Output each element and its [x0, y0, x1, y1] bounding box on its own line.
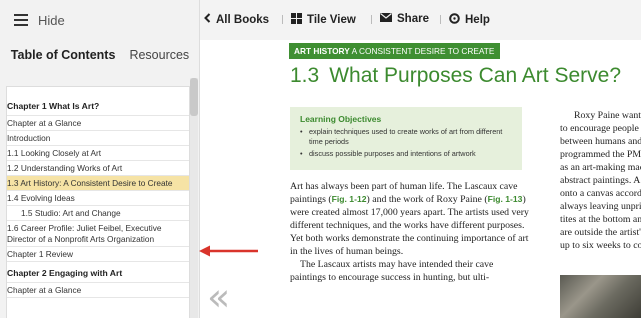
top-toolbar: All Books Tile View Share Help: [200, 0, 641, 40]
body-line: onto a canvas accordi: [560, 188, 641, 199]
sidebar: Hide Table of Contents Resources Chapter…: [0, 0, 200, 318]
banner-label: ART HISTORY: [294, 46, 350, 56]
section-title-text: What Purposes Can Art Serve?: [329, 64, 622, 87]
objectives-list: explain techniques used to create works …: [300, 127, 514, 159]
toc-item[interactable]: 1.1 Looking Closely at Art: [7, 146, 189, 161]
objective-item: explain techniques used to create works …: [300, 127, 514, 146]
toolbar-divider: [440, 15, 441, 24]
toc-item[interactable]: 1.6 Career Profile: Juliet Feibel, Execu…: [7, 221, 189, 247]
share-button[interactable]: Share: [380, 13, 429, 25]
artwork-image: [560, 275, 641, 318]
body-line: Roxy Paine wants h: [574, 110, 641, 121]
toc-scrollbar[interactable]: [190, 78, 198, 318]
toc-item[interactable]: 1.4 Evolving Ideas: [7, 191, 189, 206]
toc-item[interactable]: 1.3 Art History: A Consistent Desire to …: [7, 176, 189, 191]
toc-chapter-heading[interactable]: Chapter 1 What Is Art?: [7, 99, 189, 116]
hamburger-icon: [14, 14, 28, 26]
section-banner: ART HISTORY A CONSISTENT DESIRE TO CREAT…: [289, 43, 501, 59]
body-paragraph: Art has always been part of human life. …: [290, 180, 530, 258]
hide-sidebar-button[interactable]: Hide: [14, 10, 65, 30]
figure-link[interactable]: Fig. 1-12: [332, 194, 367, 204]
body-line: programmed the PMU: [560, 149, 641, 160]
sidebar-tabs: Table of Contents Resources: [0, 48, 200, 78]
tab-table-of-contents[interactable]: Table of Contents: [11, 48, 116, 78]
body-line: tites at the bottom and: [560, 214, 641, 225]
toc-list: Chapter 1 What Is Art? Chapter at a Glanc…: [7, 87, 189, 298]
toc-item[interactable]: Introduction: [7, 131, 189, 146]
toc-scroll-thumb[interactable]: [190, 78, 198, 116]
body-line: abstract paintings. A r: [560, 175, 641, 186]
body-line: up to six weeks to com: [560, 240, 641, 251]
figure-link[interactable]: Fig. 1-13: [488, 194, 523, 204]
chevron-left-icon: [204, 13, 211, 26]
table-of-contents-panel: Chapter 1 What Is Art? Chapter at a Glanc…: [6, 86, 190, 318]
objective-item: discuss possible purposes and intentions…: [300, 149, 514, 159]
body-line: are outside the artist's: [560, 227, 641, 238]
help-button[interactable]: Help: [449, 13, 490, 27]
toc-chapter-heading[interactable]: Chapter 2 Engaging with Art: [7, 266, 189, 283]
toc-item[interactable]: 1.2 Understanding Works of Art: [7, 161, 189, 176]
envelope-icon: [380, 13, 392, 25]
all-books-label: All Books: [216, 13, 270, 26]
tab-resources[interactable]: Resources: [129, 48, 189, 78]
body-text: ) and the work of Roxy Paine (: [366, 194, 488, 205]
share-label: Share: [397, 13, 429, 25]
toolbar-divider: [371, 15, 372, 24]
body-line: between humans and: [560, 136, 641, 147]
body-line: as an art-making mac: [560, 162, 641, 173]
pointer-arrow-icon: [199, 245, 258, 257]
toc-item[interactable]: Chapter at a Glance: [7, 283, 189, 298]
body-column-1: Art has always been part of human life. …: [290, 180, 530, 284]
all-books-link[interactable]: All Books: [204, 13, 269, 26]
tile-grid-icon: [291, 13, 302, 27]
help-label: Help: [465, 14, 490, 26]
tile-view-label: Tile View: [307, 14, 356, 26]
toc-item[interactable]: Chapter 1 Review: [7, 247, 189, 262]
help-gear-icon: [449, 13, 460, 27]
objectives-heading: Learning Objectives: [300, 114, 382, 124]
hide-label: Hide: [38, 12, 65, 28]
body-line: to encourage people to: [560, 123, 641, 134]
page-title: 1.3 What Purposes Can Art Serve?: [290, 64, 621, 88]
toc-item[interactable]: 1.5 Studio: Art and Change: [7, 206, 189, 221]
toc-item[interactable]: Chapter at a Glance: [7, 116, 189, 131]
banner-subtitle: A CONSISTENT DESIRE TO CREATE: [351, 46, 495, 56]
body-line: always leaving unprin: [560, 201, 641, 212]
body-column-2: Roxy Paine wants h to encourage people t…: [560, 109, 641, 252]
tile-view-button[interactable]: Tile View: [291, 13, 356, 27]
section-number: 1.3: [290, 64, 320, 87]
toolbar-divider: [282, 15, 283, 24]
collapse-sidebar-chevron-icon[interactable]: «: [207, 278, 230, 316]
body-paragraph: The Lascaux artists may have intended th…: [290, 259, 494, 283]
learning-objectives-box: Learning Objectives explain techniques u…: [290, 107, 522, 170]
